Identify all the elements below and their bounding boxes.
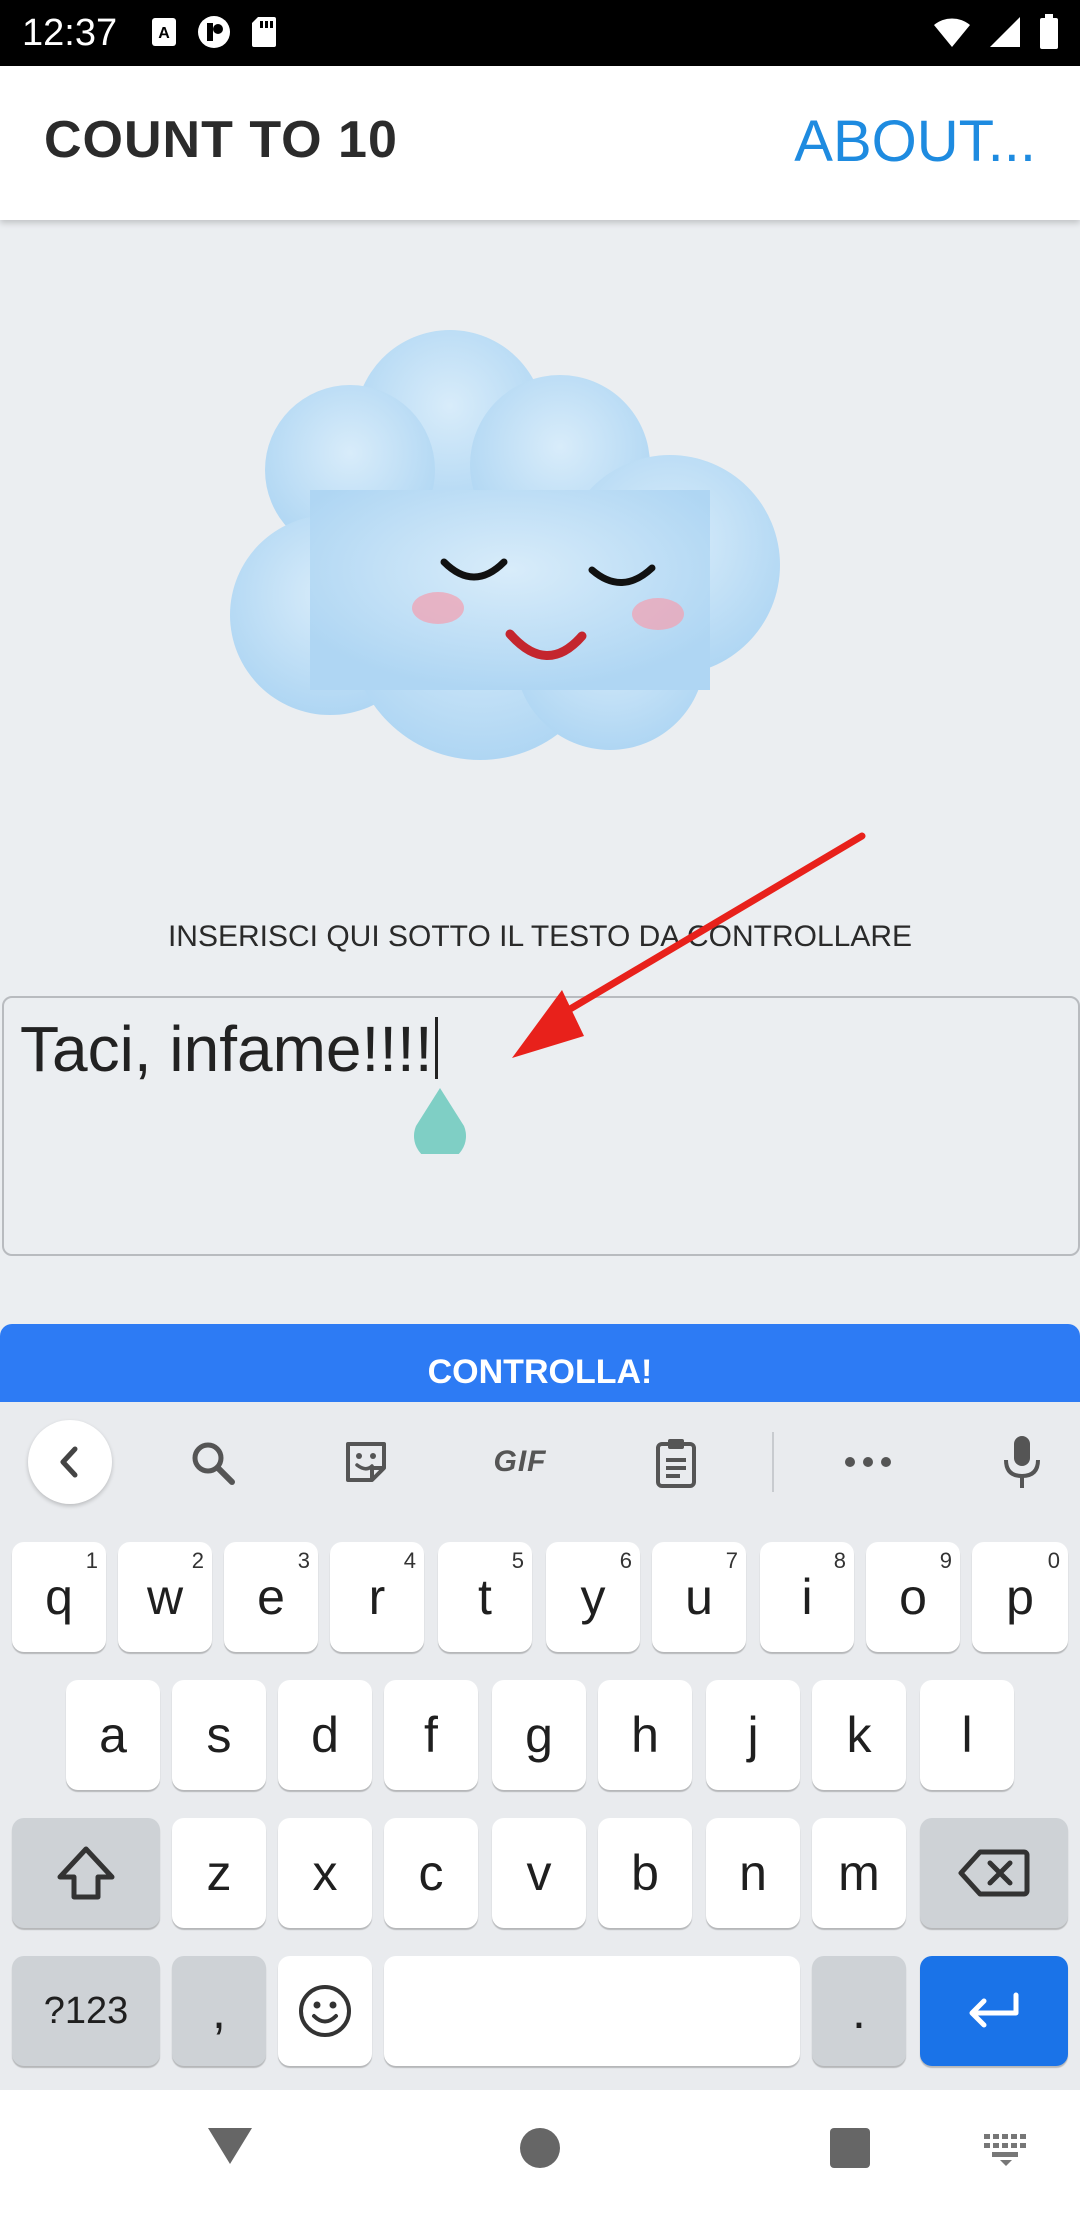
key-u[interactable]: u7 bbox=[652, 1542, 746, 1652]
comma-key[interactable]: , bbox=[172, 1956, 266, 2066]
check-button[interactable]: CONTROLLA! bbox=[0, 1324, 1080, 1404]
status-system-icons bbox=[932, 14, 1060, 55]
sticker-icon[interactable] bbox=[336, 1432, 396, 1492]
signal-icon bbox=[988, 15, 1022, 54]
clipboard-icon[interactable] bbox=[646, 1432, 706, 1492]
key-n[interactable]: n bbox=[706, 1818, 800, 1928]
key-k[interactable]: k bbox=[812, 1680, 906, 1790]
sd-card-icon bbox=[250, 15, 278, 54]
status-bar: 12:37 A bbox=[0, 0, 1080, 66]
wifi-icon bbox=[932, 15, 972, 54]
navigation-bar bbox=[0, 2090, 1080, 2220]
backspace-icon bbox=[958, 1849, 1030, 1897]
emoji-icon bbox=[299, 1985, 351, 2037]
home-nav-icon[interactable] bbox=[518, 2126, 562, 2170]
enter-icon bbox=[969, 1992, 1019, 2028]
symbols-key[interactable]: ?123 bbox=[12, 1956, 160, 2066]
key-j[interactable]: j bbox=[706, 1680, 800, 1790]
key-c[interactable]: c bbox=[384, 1818, 478, 1928]
key-l[interactable]: l bbox=[920, 1680, 1014, 1790]
key-e[interactable]: e3 bbox=[224, 1542, 318, 1652]
more-options-icon[interactable] bbox=[838, 1432, 898, 1492]
search-icon[interactable] bbox=[182, 1432, 242, 1492]
key-f[interactable]: f bbox=[384, 1680, 478, 1790]
text-input-area[interactable]: Taci, infame!!!! bbox=[2, 996, 1080, 1256]
key-w[interactable]: w2 bbox=[118, 1542, 212, 1652]
status-notifications: A bbox=[150, 14, 278, 55]
key-i[interactable]: i8 bbox=[760, 1542, 854, 1652]
svg-text:A: A bbox=[158, 25, 170, 42]
key-a[interactable]: a bbox=[66, 1680, 160, 1790]
key-d[interactable]: d bbox=[278, 1680, 372, 1790]
backspace-key[interactable] bbox=[920, 1818, 1068, 1928]
toolbar-divider bbox=[772, 1432, 774, 1492]
microphone-icon[interactable] bbox=[992, 1432, 1052, 1492]
gif-icon[interactable]: GIF bbox=[480, 1432, 560, 1492]
shift-key[interactable] bbox=[12, 1818, 160, 1928]
battery-icon bbox=[1038, 14, 1060, 55]
app-notification-icon: A bbox=[150, 16, 178, 53]
key-h[interactable]: h bbox=[598, 1680, 692, 1790]
text-input-value: Taci, infame!!!! bbox=[20, 1012, 438, 1086]
enter-key[interactable] bbox=[920, 1956, 1068, 2066]
shift-icon bbox=[57, 1846, 115, 1900]
status-time: 12:37 bbox=[22, 12, 118, 54]
key-r[interactable]: r4 bbox=[330, 1542, 424, 1652]
cursor-handle[interactable] bbox=[410, 1086, 470, 1154]
instruction-label: INSERISCI QUI SOTTO IL TESTO DA CONTROLL… bbox=[167, 920, 913, 953]
app-bar: COUNT TO 10 ABOUT... bbox=[0, 66, 1080, 220]
soft-keyboard: GIF q1 w2 e3 r4 t5 y6 u7 i8 o9 p0 a s d … bbox=[0, 1402, 1080, 2090]
key-m[interactable]: m bbox=[812, 1818, 906, 1928]
about-button[interactable]: ABOUT... bbox=[794, 108, 1036, 175]
key-s[interactable]: s bbox=[172, 1680, 266, 1790]
key-v[interactable]: v bbox=[492, 1818, 586, 1928]
back-arrow-icon[interactable] bbox=[28, 1420, 112, 1504]
back-nav-icon[interactable] bbox=[206, 2124, 254, 2168]
text-input-content: Taci, infame!!!! bbox=[20, 1013, 433, 1085]
text-caret bbox=[434, 1017, 438, 1079]
key-o[interactable]: o9 bbox=[866, 1542, 960, 1652]
key-g[interactable]: g bbox=[492, 1680, 586, 1790]
key-y[interactable]: y6 bbox=[546, 1542, 640, 1652]
key-q[interactable]: q1 bbox=[12, 1542, 106, 1652]
emoji-key[interactable] bbox=[278, 1956, 372, 2066]
key-z[interactable]: z bbox=[172, 1818, 266, 1928]
key-b[interactable]: b bbox=[598, 1818, 692, 1928]
key-p[interactable]: p0 bbox=[972, 1542, 1068, 1652]
key-x[interactable]: x bbox=[278, 1818, 372, 1928]
space-key[interactable] bbox=[384, 1956, 800, 2066]
key-t[interactable]: t5 bbox=[438, 1542, 532, 1652]
app-title: COUNT TO 10 bbox=[44, 111, 398, 169]
recents-nav-icon[interactable] bbox=[828, 2126, 872, 2170]
keyboard-switch-icon[interactable] bbox=[984, 2134, 1028, 2166]
cloud-mascot-image bbox=[230, 330, 780, 760]
pocket-notification-icon bbox=[196, 14, 232, 55]
keyboard-toolbar: GIF bbox=[0, 1402, 1080, 1522]
period-key[interactable]: . bbox=[812, 1956, 906, 2066]
gif-label: GIF bbox=[493, 1445, 547, 1478]
